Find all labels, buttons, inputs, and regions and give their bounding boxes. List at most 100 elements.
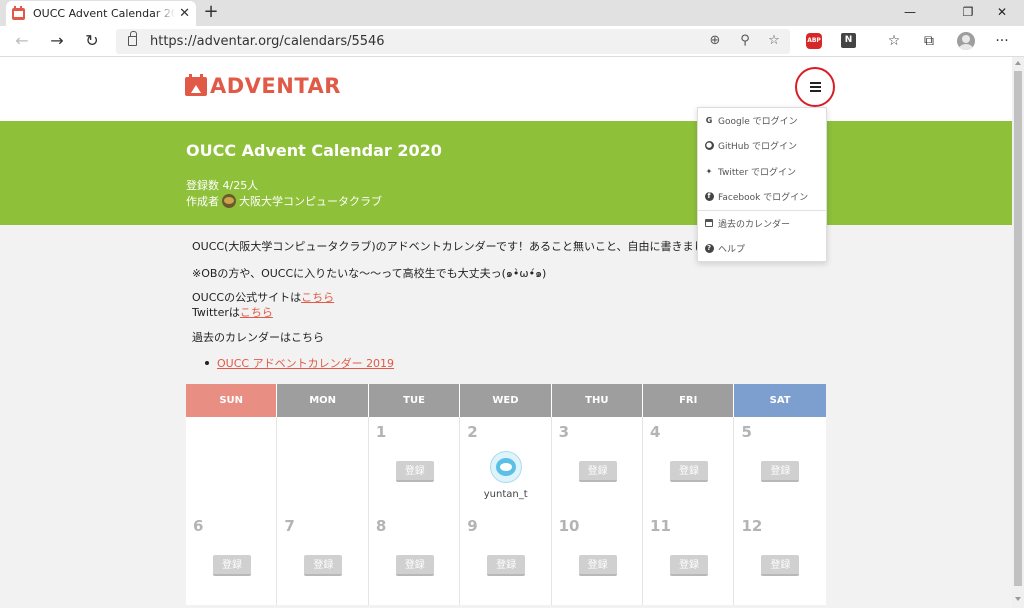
twitter-line: Twitterはこちら: [192, 304, 273, 320]
day-number: 3: [558, 423, 570, 441]
menu-button[interactable]: [795, 67, 835, 107]
calendar-grid: SUN MON TUE WED THU FRI SAT 1 登録 2 yunta…: [186, 384, 826, 605]
register-button[interactable]: 登録: [761, 555, 800, 576]
day-number: 5: [741, 423, 752, 441]
register-button[interactable]: 登録: [670, 461, 709, 482]
menu-item-label: Twitter でログイン: [718, 167, 797, 178]
menu-item-label: Facebook でログイン: [718, 192, 809, 203]
url-text[interactable]: https://adventar.org/calendars/5546: [150, 29, 385, 54]
forward-button[interactable]: →: [45, 30, 69, 52]
site-header: ADVENTAR: [0, 57, 1012, 121]
register-button[interactable]: 登録: [761, 461, 800, 482]
calendar-title: OUCC Advent Calendar 2020: [186, 141, 442, 160]
menu-item-past-calendars[interactable]: 過去のカレンダー: [698, 211, 826, 235]
list-bullet: [205, 361, 209, 365]
lock-icon[interactable]: [128, 31, 137, 46]
owner-avatar: [222, 194, 236, 208]
reload-button[interactable]: ↻: [80, 30, 104, 52]
scroll-down-icon[interactable]: [1015, 597, 1021, 601]
menu-item-label: 過去のカレンダー: [718, 219, 791, 230]
register-button[interactable]: 登録: [395, 461, 434, 482]
browser-toolbar: ← → ↻ https://adventar.org/calendars/554…: [0, 26, 1024, 57]
menu-item-github-login[interactable]: ● GitHub でログイン: [698, 133, 826, 157]
more-menu-button[interactable]: ···: [992, 32, 1012, 50]
past-calendars-line: 過去のカレンダーはこちら: [192, 331, 324, 344]
day-cell-8: 8 登録: [368, 511, 461, 605]
register-button[interactable]: 登録: [395, 555, 434, 576]
favorite-star-icon[interactable]: ☆: [765, 32, 783, 50]
weekday-wed: WED: [460, 384, 552, 417]
register-button[interactable]: 登録: [578, 555, 617, 576]
week-row-2: 6 登録 7 登録 8 登録 9 登録 10 登録 11 登録 12 登録: [186, 511, 826, 605]
empty-day-cell: [277, 417, 369, 511]
page-viewport: ADVENTAR OUCC Advent Calendar 2020 登録数 4…: [0, 57, 1012, 608]
twitter-prefix: Twitterは: [192, 306, 240, 319]
empty-day-cell: [186, 417, 278, 511]
profile-avatar-icon[interactable]: [957, 32, 975, 50]
day-cell-4: 4 登録: [643, 417, 735, 511]
new-tab-button[interactable]: +: [202, 2, 220, 22]
register-button[interactable]: 登録: [304, 555, 343, 576]
page-scrollbar[interactable]: [1012, 57, 1024, 608]
owner-label: 作成者: [186, 195, 219, 208]
collections-icon[interactable]: ⧉: [919, 32, 939, 50]
register-button[interactable]: 登録: [213, 555, 251, 576]
day-number: 6: [193, 517, 204, 535]
day-cell-9: 9 登録: [460, 511, 552, 605]
account-dropdown-menu: G Google でログイン ● GitHub でログイン ✦ Twitter …: [697, 107, 827, 262]
day-cell-5: 5 登録: [734, 417, 826, 511]
weekday-sat: SAT: [734, 384, 826, 417]
menu-item-google-login[interactable]: G Google でログイン: [698, 108, 826, 132]
n-extension-icon[interactable]: N: [841, 33, 856, 48]
menu-item-help[interactable]: ? ヘルプ: [698, 236, 826, 260]
weekday-tue: TUE: [368, 384, 461, 417]
register-button[interactable]: 登録: [578, 461, 617, 482]
weekday-thu: THU: [551, 384, 644, 417]
scrollbar-thumb[interactable]: [1014, 71, 1022, 586]
menu-item-label: Google でログイン: [718, 116, 798, 127]
official-site-prefix: OUCCの公式サイトは: [192, 291, 302, 304]
description-line-2: ※OBの方や、OUCCに入りたいな〜〜って高校生でも大丈夫っ(๑•̀ω•́๑): [192, 267, 547, 280]
minimize-button[interactable]: —: [888, 0, 932, 26]
day-number: 4: [650, 423, 661, 441]
adblock-extension-icon[interactable]: ABP: [806, 33, 822, 49]
entries-label: 登録数: [186, 179, 219, 192]
window-close-button[interactable]: ✕: [980, 0, 1024, 26]
zoom-icon[interactable]: ⚲: [736, 32, 754, 50]
back-button[interactable]: ←: [10, 30, 34, 52]
register-button[interactable]: 登録: [487, 555, 526, 576]
browser-tab-bar: OUCC Advent Calendar 2020 - Adventar ✕ +…: [0, 0, 1024, 26]
tab-close-icon[interactable]: ✕: [179, 7, 190, 20]
entry-avatar[interactable]: [490, 451, 523, 483]
weekday-sun: SUN: [186, 384, 278, 417]
github-icon: ●: [704, 140, 714, 150]
day-number: 10: [558, 517, 580, 535]
menu-item-twitter-login[interactable]: ✦ Twitter でログイン: [698, 159, 826, 183]
weekday-header-row: SUN MON TUE WED THU FRI SAT: [186, 384, 826, 417]
official-site-link[interactable]: こちら: [301, 291, 334, 304]
day-cell-10: 10 登録: [551, 511, 644, 605]
entry-username[interactable]: yuntan_t: [460, 489, 551, 500]
browser-tab[interactable]: OUCC Advent Calendar 2020 - Adventar ✕: [6, 1, 196, 26]
official-site-line: OUCCの公式サイトはこちら: [192, 289, 334, 305]
help-icon: ?: [704, 243, 714, 253]
owner-name[interactable]: 大阪大学コンピュータクラブ: [239, 193, 382, 209]
adventar-logo[interactable]: ADVENTAR: [185, 73, 341, 99]
past-calendar-link[interactable]: OUCC アドベントカレンダー 2019: [217, 357, 394, 370]
calendar-logo-icon: [185, 73, 207, 96]
description-line-1: OUCC(大阪大学コンピュータクラブ)のアドベントカレンダーです！あること無いこ…: [192, 240, 738, 253]
add-site-icon[interactable]: ⊕: [706, 32, 724, 50]
register-button[interactable]: 登録: [670, 555, 709, 576]
weekday-mon: MON: [277, 384, 369, 417]
menu-item-facebook-login[interactable]: f Facebook でログイン: [698, 184, 826, 208]
address-bar[interactable]: https://adventar.org/calendars/5546 ⊕ ⚲ …: [116, 29, 790, 54]
logo-text: ADVENTAR: [210, 74, 341, 98]
day-number: 8: [375, 517, 387, 535]
day-cell-6: 6 登録: [186, 511, 278, 605]
twitter-icon: ✦: [705, 166, 713, 176]
twitter-link[interactable]: こちら: [240, 306, 273, 319]
day-cell-12: 12 登録: [734, 511, 826, 605]
favorites-icon[interactable]: ☆: [884, 32, 904, 50]
scroll-up-icon[interactable]: [1015, 61, 1021, 65]
week-row-1: 1 登録 2 yuntan_t 3 登録 4 登録 5 登録: [186, 417, 826, 511]
